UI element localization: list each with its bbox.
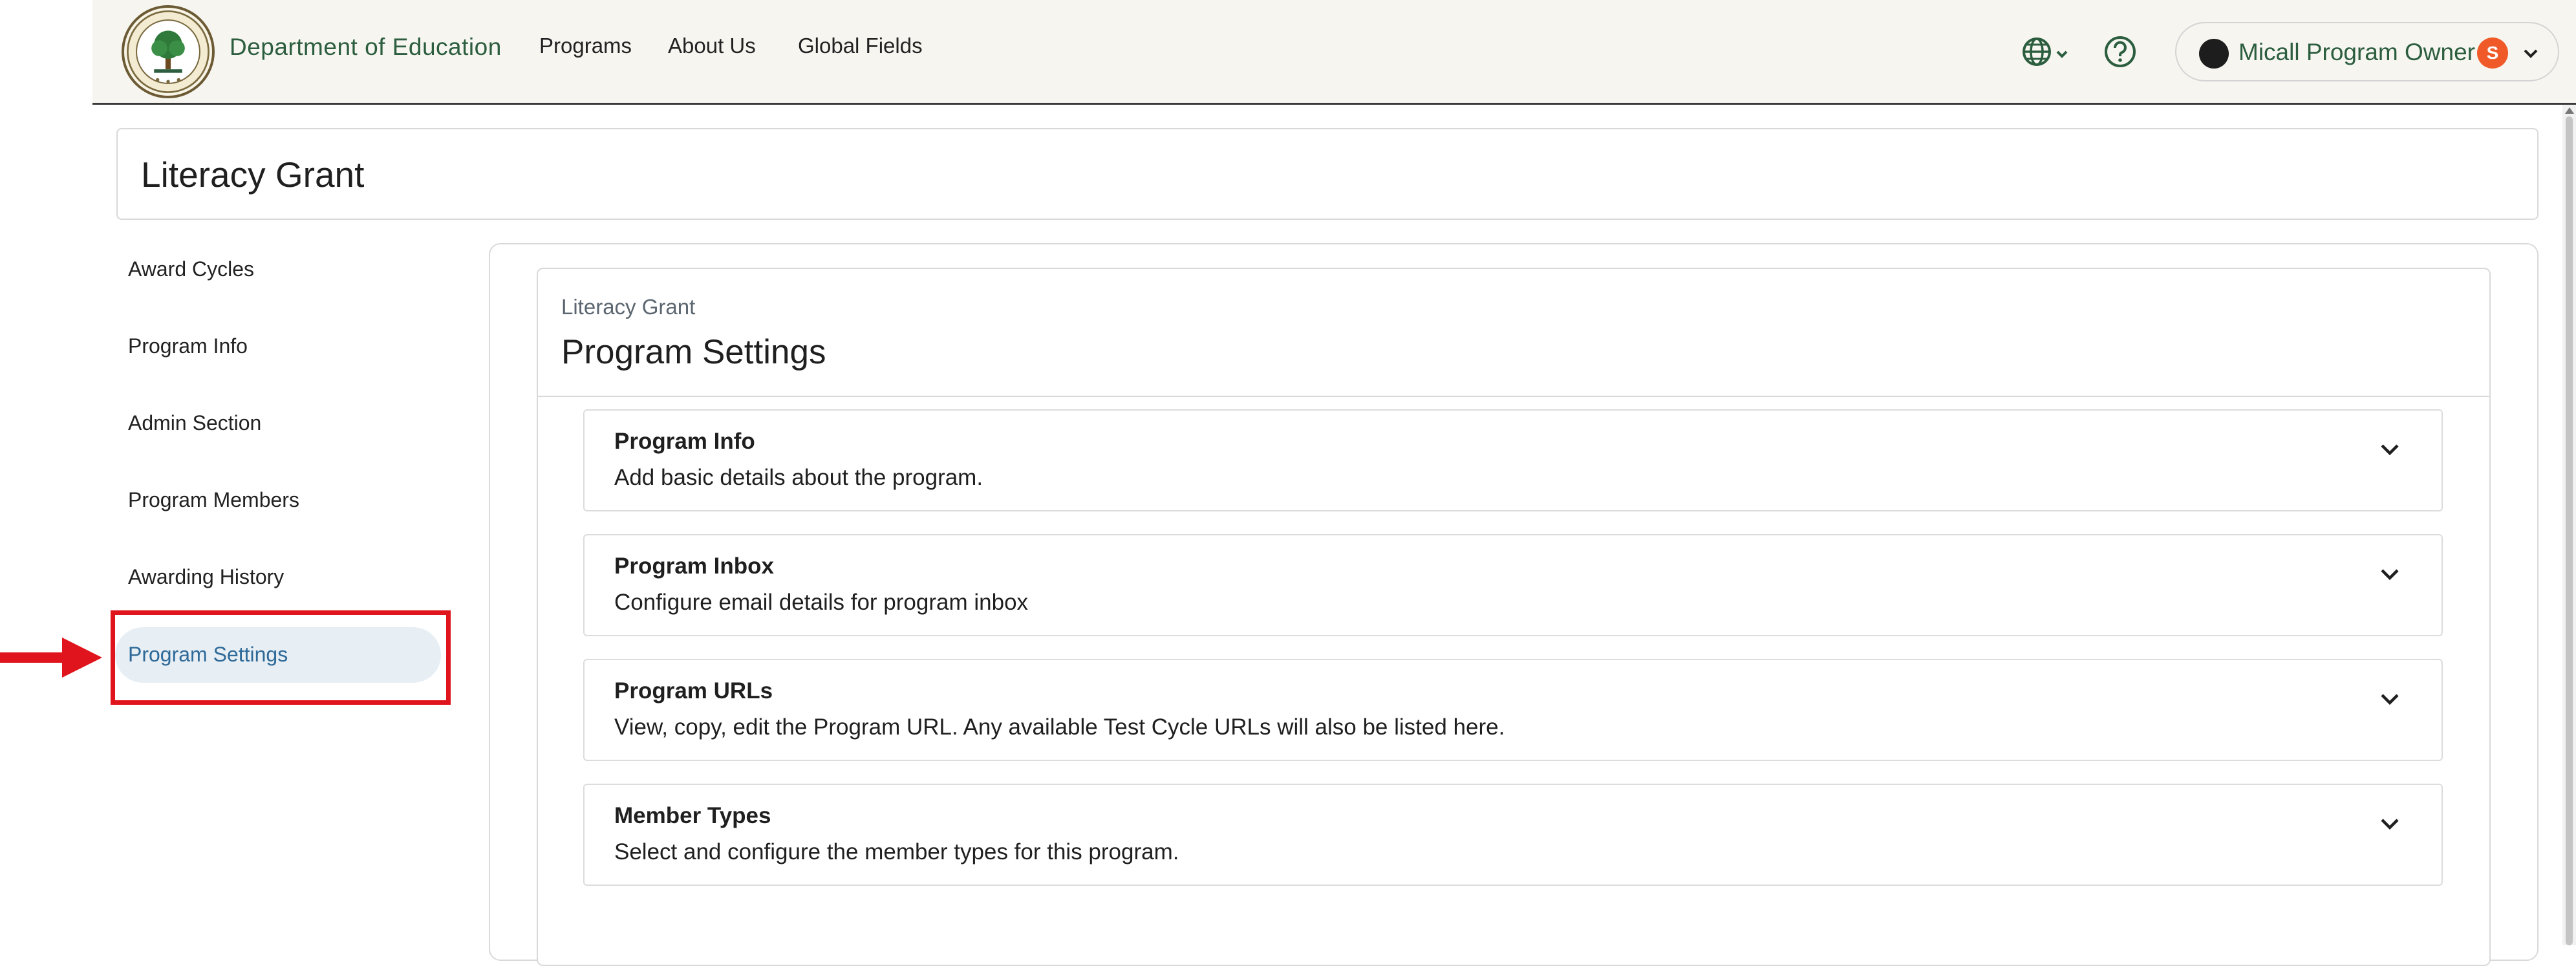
accordion-title: Program Inbox [614,553,774,579]
accordion-program-info[interactable]: Program Info Add basic details about the… [583,409,2443,511]
page-title: Literacy Grant [141,155,365,195]
user-name: Micall Program Owner [2238,39,2475,65]
notification-badge: S [2477,38,2508,69]
annotation-highlight-box [111,610,451,705]
department-seal-icon[interactable] [122,5,215,98]
chevron-down-icon[interactable] [2376,685,2404,713]
chevron-down-icon [2524,49,2538,58]
accordion-program-inbox[interactable]: Program Inbox Configure email details fo… [583,534,2443,636]
help-button[interactable] [2103,35,2137,69]
breadcrumb: Literacy Grant [561,295,696,319]
sidebar-item-admin-section[interactable]: Admin Section [128,411,261,435]
chevron-down-icon[interactable] [2376,810,2404,838]
avatar [2199,39,2229,69]
accordion-description: View, copy, edit the Program URL. Any av… [614,714,1505,740]
chevron-down-icon[interactable] [2376,560,2404,588]
accordion-title: Program Info [614,429,755,454]
sidebar-item-program-members[interactable]: Program Members [128,488,299,512]
accordion-title: Program URLs [614,678,773,703]
card-header: Literacy Grant Program Settings [538,269,2489,397]
nav-about-us[interactable]: About Us [668,34,756,58]
nav-global-fields[interactable]: Global Fields [798,34,923,58]
arrow-right-icon [0,638,102,678]
user-menu-button[interactable]: Micall Program Owner S [2175,22,2559,81]
brand-name[interactable]: Department of Education [230,34,502,61]
sidebar-item-award-cycles[interactable]: Award Cycles [128,257,254,281]
accordion-member-types[interactable]: Member Types Select and configure the me… [583,784,2443,886]
sidebar-item-awarding-history[interactable]: Awarding History [128,565,284,589]
accordion-description: Configure email details for program inbo… [614,590,1029,615]
accordion-description: Add basic details about the program. [614,465,983,490]
page-scrollbar[interactable] [2562,105,2576,945]
chevron-down-icon[interactable] [2376,435,2404,464]
nav-programs[interactable]: Programs [539,34,632,58]
sidebar-item-program-info[interactable]: Program Info [128,334,248,358]
scroll-up-arrow-icon[interactable] [2565,107,2574,114]
program-header-card: Literacy Grant [116,128,2538,220]
settings-title: Program Settings [561,333,826,371]
language-selector-button[interactable] [2021,35,2073,71]
accordion-title: Member Types [614,803,771,828]
scrollbar-thumb[interactable] [2566,116,2573,945]
accordion-description: Select and configure the member types fo… [614,839,1179,864]
help-circle-icon [2105,36,2136,67]
accordion-program-urls[interactable]: Program URLs View, copy, edit the Progra… [583,659,2443,761]
globe-icon [2023,38,2068,66]
top-navigation-bar: Department of Education Programs About U… [92,0,2576,105]
